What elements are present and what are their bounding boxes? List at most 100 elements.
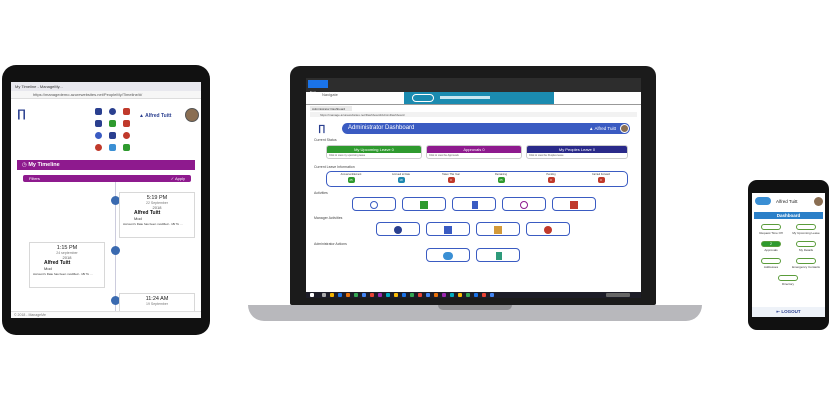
timeline-entry[interactable]: 1:15 PM 24 september 2018 Alfred Tuitt M… bbox=[29, 242, 105, 288]
timeline-entry[interactable]: 5:19 PM 22 September 2018 Alfred Tuitt M… bbox=[119, 192, 195, 238]
cloud-button[interactable] bbox=[426, 248, 470, 262]
mail-icon[interactable] bbox=[123, 108, 130, 115]
app-icon[interactable] bbox=[458, 293, 462, 297]
app-icon[interactable] bbox=[354, 293, 358, 297]
tablet-screen: My Timeline - ManageMy... https://manage… bbox=[11, 82, 201, 318]
calendar-icon[interactable] bbox=[95, 120, 102, 127]
report-icon bbox=[496, 252, 502, 260]
tablet-url-text[interactable]: https://managedemo.azurewebsites.net/Peo… bbox=[33, 92, 183, 98]
app-icon[interactable] bbox=[410, 293, 414, 297]
app-icon[interactable] bbox=[434, 293, 438, 297]
browser-tab[interactable]: Administrator Dashboard bbox=[310, 106, 352, 111]
app-icon[interactable] bbox=[490, 293, 494, 297]
background-window-content bbox=[404, 92, 554, 104]
time-button[interactable] bbox=[502, 197, 546, 211]
browser-url-bar[interactable]: https://manage.azurewebsites.net/Dashboa… bbox=[310, 112, 637, 117]
timeline-entry[interactable]: 11:24 AM 19 September bbox=[119, 293, 195, 313]
app-icon[interactable] bbox=[426, 293, 430, 297]
user-name[interactable]: Alfred Tuitt bbox=[776, 199, 798, 204]
approve-button[interactable] bbox=[476, 222, 520, 236]
map-icon[interactable] bbox=[123, 120, 130, 127]
filters-bar[interactable]: Filters ✓ Apply bbox=[23, 175, 191, 182]
background-nav[interactable]: Navigate bbox=[322, 92, 338, 97]
map-button[interactable] bbox=[552, 197, 596, 211]
app-icon[interactable] bbox=[370, 293, 374, 297]
report-icon[interactable] bbox=[123, 144, 130, 151]
app-icon[interactable] bbox=[450, 293, 454, 297]
stat-carried: Carried Forward 0 bbox=[591, 173, 611, 183]
people-icon bbox=[444, 226, 452, 234]
tablet-tab-title[interactable]: My Timeline - ManageMy... bbox=[15, 84, 63, 89]
section-label: Current Status bbox=[314, 138, 337, 142]
work-button[interactable] bbox=[402, 197, 446, 211]
directory-button[interactable] bbox=[778, 275, 798, 281]
home-icon[interactable] bbox=[95, 108, 102, 115]
background-tab[interactable]: New bbox=[308, 80, 328, 94]
avatar[interactable] bbox=[620, 124, 629, 133]
background-window-bar: New bbox=[306, 78, 641, 94]
app-logo[interactable]: ∏ bbox=[318, 123, 325, 133]
page-title: Administrator Dashboard bbox=[348, 125, 415, 131]
user-name[interactable]: ▲ Alfred Tuitt bbox=[139, 113, 171, 119]
upcoming-leave-box[interactable]: My Upcoming Leave 0 Click to view my upc… bbox=[326, 145, 422, 159]
briefcase-icon[interactable] bbox=[109, 120, 116, 127]
add-leave-button[interactable] bbox=[376, 222, 420, 236]
people-icon[interactable] bbox=[109, 132, 116, 139]
location-button[interactable] bbox=[526, 222, 570, 236]
apply-button[interactable]: ✓ Apply bbox=[171, 176, 185, 181]
folder-icon[interactable] bbox=[330, 293, 334, 297]
app-icon[interactable] bbox=[378, 293, 382, 297]
clock-icon bbox=[520, 201, 528, 209]
addresses-button[interactable] bbox=[761, 258, 781, 264]
alert-icon[interactable] bbox=[95, 144, 102, 151]
app-logo[interactable]: ∏ bbox=[17, 108, 29, 122]
peoples-leave-box[interactable]: My Peoples Leave 0 Click to view the Peo… bbox=[526, 145, 628, 159]
tile-label: Addresses bbox=[763, 265, 779, 269]
app-icon[interactable] bbox=[346, 293, 350, 297]
people-button[interactable] bbox=[426, 222, 470, 236]
my-details-button[interactable] bbox=[796, 241, 816, 247]
start-icon[interactable] bbox=[310, 293, 314, 297]
dashboard-header: Administrator Dashboard ▲ Alfred Tuitt bbox=[342, 123, 630, 134]
profile-button[interactable] bbox=[352, 197, 396, 211]
user-icon[interactable] bbox=[109, 108, 116, 115]
app-icon[interactable] bbox=[466, 293, 470, 297]
tablet-footer: © 2018 - ManageMe bbox=[11, 311, 201, 318]
avatar[interactable] bbox=[185, 108, 199, 122]
app-icon[interactable] bbox=[474, 293, 478, 297]
upcoming-leave-button[interactable] bbox=[796, 224, 816, 230]
approvals-button[interactable]: 2 bbox=[761, 241, 781, 247]
system-tray[interactable] bbox=[606, 293, 630, 297]
box-body: Click to view the Peoples leave bbox=[529, 154, 564, 157]
tablet-url-bar[interactable]: https://managedemo.azurewebsites.net/Peo… bbox=[11, 91, 201, 99]
cloud-logo-icon[interactable] bbox=[755, 197, 771, 205]
app-icon[interactable] bbox=[386, 293, 390, 297]
cloud-icon[interactable] bbox=[109, 144, 116, 151]
app-icon[interactable] bbox=[362, 293, 366, 297]
app-icon[interactable] bbox=[442, 293, 446, 297]
app-icon[interactable] bbox=[418, 293, 422, 297]
report-button[interactable] bbox=[476, 248, 520, 262]
box-body: Click to view the Approvals bbox=[429, 154, 459, 157]
tile-label: My Upcoming Leave bbox=[792, 231, 820, 235]
app-icon[interactable] bbox=[482, 293, 486, 297]
clock-icon[interactable] bbox=[95, 132, 102, 139]
app-icon[interactable] bbox=[394, 293, 398, 297]
approvals-box[interactable]: Approvals 0 Click to view the Approvals bbox=[426, 145, 522, 159]
request-time-off-button[interactable] bbox=[761, 224, 781, 230]
user-name[interactable]: ▲ Alfred Tuitt bbox=[589, 126, 616, 131]
logout-button[interactable]: ⇤ LOGOUT bbox=[752, 307, 825, 317]
documents-button[interactable] bbox=[452, 197, 496, 211]
tile-label: Approvals bbox=[764, 248, 778, 252]
briefcase-icon bbox=[420, 201, 428, 209]
browser-icon[interactable] bbox=[338, 293, 342, 297]
search-icon[interactable] bbox=[322, 293, 326, 297]
app-icon[interactable] bbox=[402, 293, 406, 297]
tile-label: Directory bbox=[781, 282, 794, 286]
section-label: Manager Activities bbox=[314, 216, 343, 220]
timeline-header: ◷ My Timeline bbox=[17, 160, 195, 170]
emergency-contacts-button[interactable] bbox=[796, 258, 816, 264]
location-icon[interactable] bbox=[123, 132, 130, 139]
avatar[interactable] bbox=[814, 197, 823, 206]
phone-screen: Alfred Tuitt Dashboard Request Time Off … bbox=[752, 193, 825, 317]
